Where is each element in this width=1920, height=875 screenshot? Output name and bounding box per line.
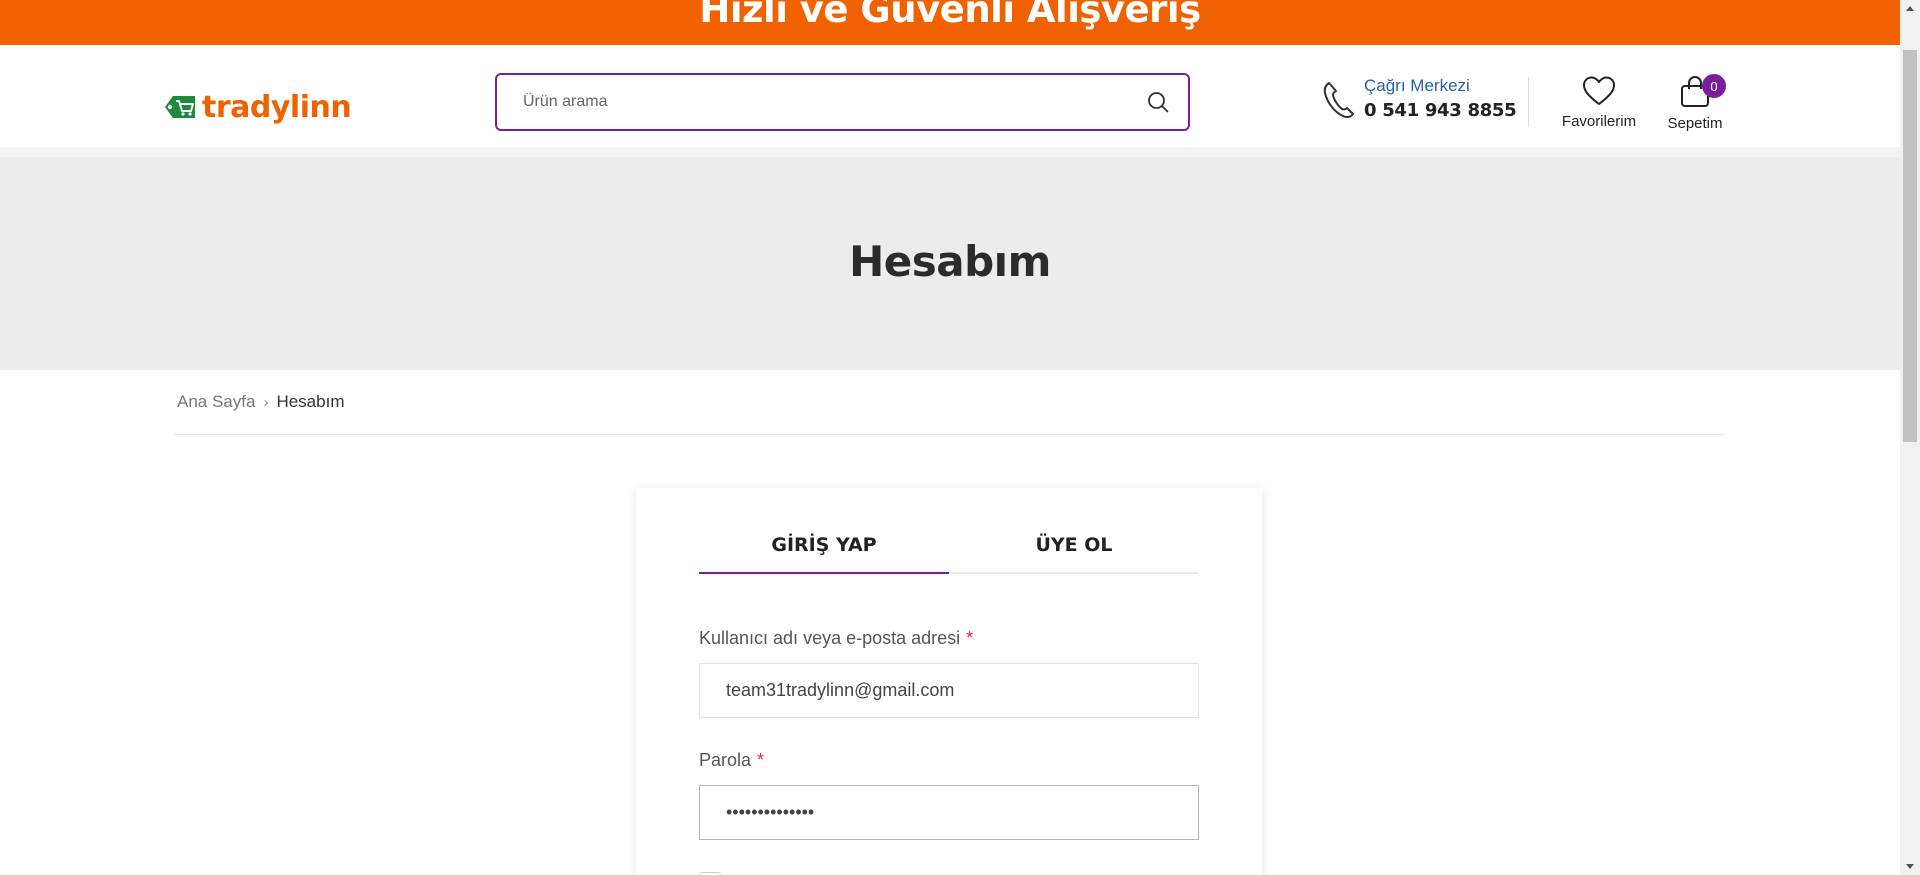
favorites-button[interactable]: Favorilerim — [1557, 75, 1641, 130]
required-mark: * — [757, 750, 765, 770]
search-input[interactable] — [497, 75, 1128, 129]
cart-label: Sepetim — [1667, 115, 1723, 132]
promo-banner: Hızlı ve Güvenli Alışveriş — [0, 0, 1900, 45]
scroll-down-arrow-icon[interactable] — [1900, 858, 1920, 875]
phone-icon — [1320, 77, 1358, 121]
page-viewport: Hızlı ve Güvenli Alışveriş tradylinn Ürü… — [0, 0, 1900, 875]
cart-count-badge: 0 — [1702, 74, 1726, 98]
page-title: Hesabım — [849, 237, 1051, 286]
password-label-text: Parola — [699, 750, 752, 770]
breadcrumb-home-link[interactable]: Ana Sayfa — [177, 392, 255, 412]
site-header: tradylinn Çağrı Merkezi 0 541 943 8855 — [0, 45, 1900, 144]
breadcrumb: Ana Sayfa › Hesabım — [177, 392, 344, 412]
header-divider — [1528, 77, 1529, 127]
heart-icon — [1583, 76, 1615, 105]
logo-cart-icon — [161, 88, 199, 126]
promo-text: Hızlı ve Güvenli Alışveriş — [699, 0, 1201, 31]
call-center-phone[interactable]: 0 541 943 8855 — [1364, 100, 1517, 121]
tab-login[interactable]: GİRİŞ YAP — [699, 530, 949, 574]
breadcrumb-current: Hesabım — [276, 392, 345, 411]
password-input[interactable] — [699, 785, 1199, 840]
cart-button[interactable]: 0 Sepetim — [1660, 74, 1730, 132]
username-input[interactable] — [699, 663, 1199, 718]
logo-text: tradylinn — [202, 89, 352, 125]
required-mark: * — [966, 628, 974, 648]
username-label: Kullanıcı adı veya e-posta adresi * — [699, 628, 973, 649]
auth-tabs: GİRİŞ YAP ÜYE OL — [699, 530, 1199, 574]
call-center[interactable]: Çağrı Merkezi 0 541 943 8855 — [1320, 76, 1517, 121]
search-icon — [1148, 92, 1169, 113]
page-title-band: Hesabım — [0, 147, 1900, 370]
site-logo[interactable]: tradylinn — [161, 87, 352, 127]
search-bar — [495, 73, 1190, 131]
search-button[interactable] — [1128, 75, 1188, 129]
username-label-text: Kullanıcı adı veya e-posta adresi — [699, 628, 961, 648]
scrollbar-thumb[interactable] — [1903, 50, 1917, 442]
password-label: Parola * — [699, 750, 764, 771]
breadcrumb-divider — [174, 434, 1724, 435]
page-scrollbar[interactable] — [1900, 0, 1920, 875]
favorites-label: Favorilerim — [1561, 113, 1637, 130]
login-card: GİRİŞ YAP ÜYE OL Kullanıcı adı veya e-po… — [636, 488, 1262, 875]
chevron-right-icon: › — [263, 393, 269, 411]
scroll-up-arrow-icon[interactable] — [1900, 0, 1920, 17]
tab-register[interactable]: ÜYE OL — [949, 530, 1199, 572]
call-center-title: Çağrı Merkezi — [1364, 76, 1470, 95]
